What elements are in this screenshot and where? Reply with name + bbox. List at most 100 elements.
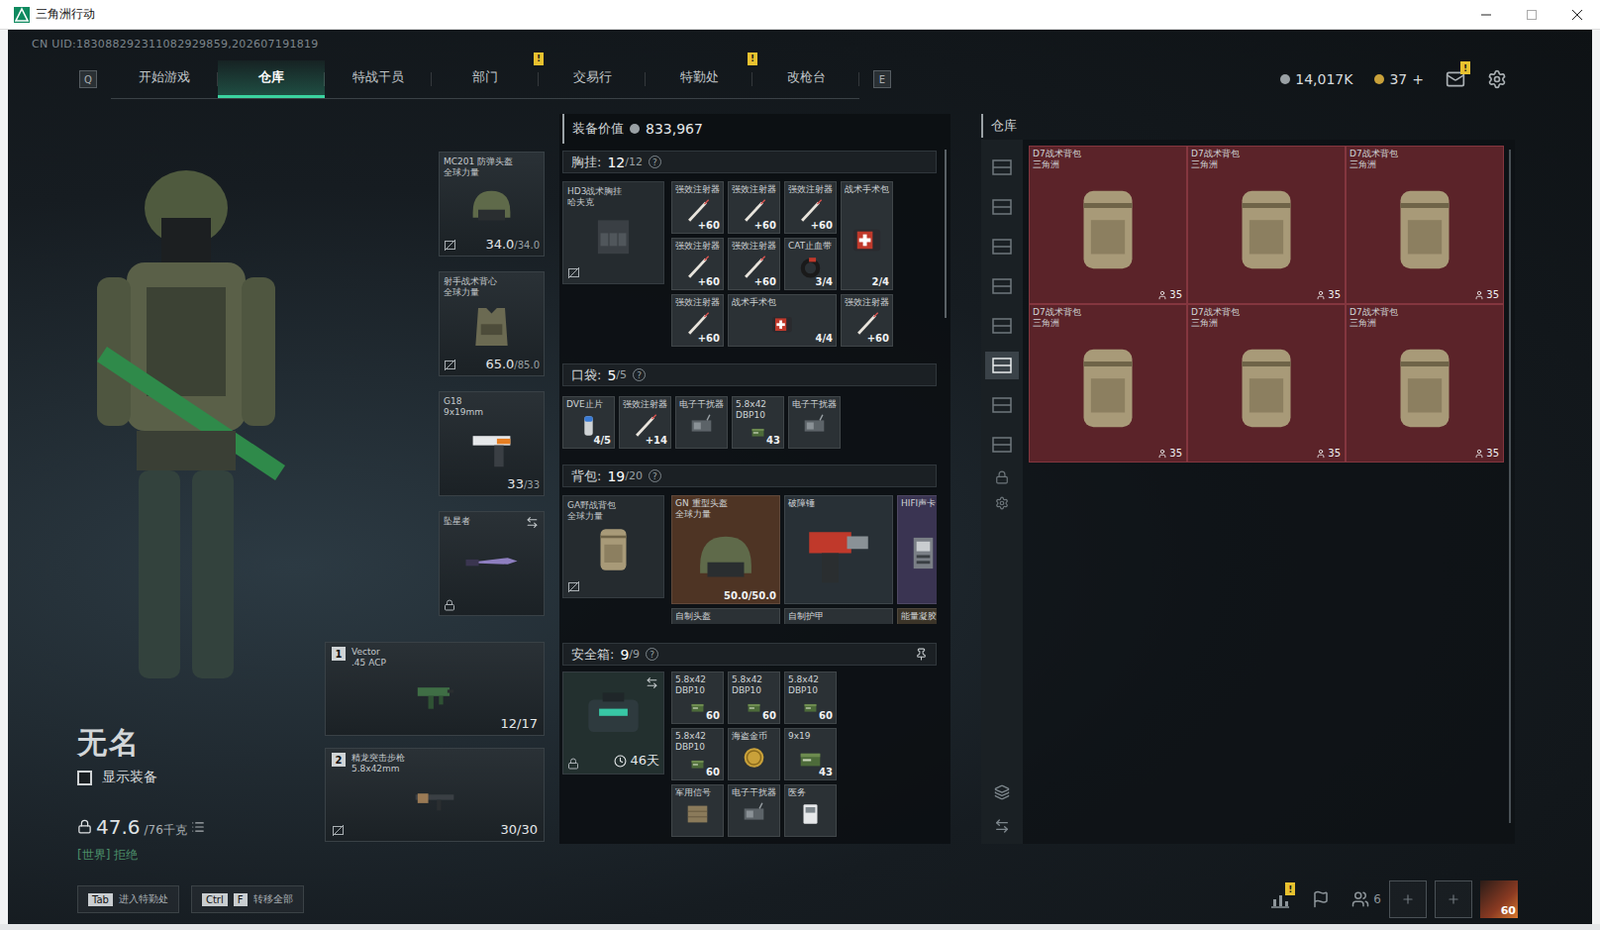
maximize-icon bbox=[1526, 9, 1537, 20]
nav-tab[interactable]: 仓库 bbox=[217, 60, 325, 99]
key-hint[interactable]: E bbox=[873, 70, 892, 89]
help-icon[interactable]: ? bbox=[632, 368, 646, 382]
inventory-item[interactable]: 战术手术包2/4 bbox=[840, 181, 894, 291]
show-equipment-toggle[interactable]: 显示装备 bbox=[77, 767, 325, 788]
nav-tab[interactable]: 部门! bbox=[431, 60, 539, 99]
warehouse-item[interactable]: D7战术背包三角洲35 bbox=[1028, 145, 1188, 304]
token-balance[interactable]: 37+ bbox=[1374, 71, 1424, 88]
transfer-icon[interactable] bbox=[994, 817, 1010, 834]
stats-button[interactable]: ! bbox=[1270, 890, 1291, 908]
inventory-item[interactable]: 5.8x42 DBP1060 bbox=[784, 671, 837, 724]
nav-tab[interactable]: 特勤处! bbox=[645, 60, 753, 99]
coin-icon bbox=[629, 123, 640, 134]
inventory-item[interactable]: 5.8x42 DBP1043 bbox=[731, 396, 785, 449]
player-avatar[interactable]: 60 bbox=[1480, 880, 1518, 918]
pin-icon[interactable] bbox=[914, 647, 928, 661]
swap-icon[interactable] bbox=[645, 676, 659, 690]
scrollbar[interactable] bbox=[944, 149, 947, 318]
warehouse-tab[interactable] bbox=[985, 351, 1019, 380]
layers-icon[interactable] bbox=[994, 784, 1010, 800]
inventory-item[interactable]: 电子干扰器 bbox=[675, 396, 728, 449]
team-slot[interactable] bbox=[1389, 880, 1427, 918]
key-hint[interactable]: Q bbox=[79, 70, 98, 89]
gear-icon[interactable] bbox=[995, 496, 1009, 510]
inventory-item[interactable]: 强效注射器+60 bbox=[671, 294, 724, 347]
warehouse-item[interactable]: D7战术背包三角洲35 bbox=[1345, 145, 1504, 304]
warehouse-tab[interactable] bbox=[985, 430, 1019, 459]
warehouse-tab[interactable] bbox=[985, 153, 1019, 182]
weapon-slot[interactable]: 1Vector.45 ACP12/17 bbox=[324, 641, 545, 736]
gear-slot[interactable]: 射手战术背心全球力量65.0/85.0 bbox=[438, 271, 545, 377]
inventory-item[interactable]: HIFI声卡 bbox=[897, 495, 937, 604]
nav-tab[interactable]: 交易行 bbox=[538, 60, 646, 99]
lock-icon[interactable] bbox=[995, 470, 1009, 485]
weapon-slot[interactable]: 2精龙突击步枪5.8x42mm30/30 bbox=[324, 747, 545, 842]
inventory-item[interactable]: 战术手术包4/4 bbox=[727, 294, 837, 347]
item-count: +60 bbox=[867, 332, 890, 344]
inventory-item[interactable]: 强效注射器+60 bbox=[671, 237, 724, 291]
inventory-item[interactable]: 5.8x42 DBP1060 bbox=[671, 727, 724, 781]
inventory-item[interactable]: 强效注射器+60 bbox=[727, 181, 781, 234]
warehouse-tab[interactable] bbox=[985, 311, 1019, 340]
inventory-item[interactable]: GN 重型头盔全球力量50.0/50.0 bbox=[671, 495, 781, 604]
mail-button[interactable]: ! bbox=[1445, 69, 1466, 90]
inventory-item[interactable]: 强效注射器+14 bbox=[618, 396, 672, 449]
nav-tab[interactable]: 改枪台 bbox=[752, 60, 860, 99]
key-action[interactable]: Tab进入特勤处 bbox=[77, 885, 180, 913]
key-action[interactable]: CtrlF转移全部 bbox=[191, 885, 304, 913]
inventory-item[interactable]: 自制护甲 bbox=[784, 607, 894, 624]
helmet-icon bbox=[449, 180, 534, 234]
gear-slot[interactable]: MC201 防弹头盔全球力量34.0/34.0 bbox=[438, 151, 545, 257]
item-grid: 5.8x42 DBP10605.8x42 DBP10605.8x42 DBP10… bbox=[671, 671, 837, 837]
item-name: DVE止片 bbox=[563, 397, 614, 410]
container-card[interactable]: HD3战术胸挂哈夫克 bbox=[562, 181, 665, 285]
help-icon[interactable]: ? bbox=[648, 469, 662, 483]
inventory-item[interactable]: 自制头盔 bbox=[671, 607, 781, 624]
inventory-item[interactable]: 破障锤 bbox=[784, 495, 894, 604]
warehouse-item[interactable]: D7战术背包三角洲35 bbox=[1187, 145, 1346, 304]
gear-slot[interactable]: G189x19mm33/33 bbox=[438, 391, 545, 497]
nav-tab[interactable]: 开始游戏 bbox=[110, 60, 218, 99]
checkbox[interactable] bbox=[77, 770, 93, 786]
minimize-button[interactable] bbox=[1463, 0, 1509, 29]
swap-icon[interactable] bbox=[525, 515, 539, 529]
inventory-item[interactable]: 强效注射器+60 bbox=[784, 181, 837, 234]
help-icon[interactable]: ? bbox=[648, 155, 662, 169]
item-name: 战术手术包 bbox=[728, 295, 836, 308]
warehouse-tab[interactable] bbox=[985, 272, 1019, 300]
warehouse-tab[interactable] bbox=[985, 193, 1019, 221]
inventory-item[interactable]: CAT止血带3/4 bbox=[784, 237, 837, 291]
inventory-item[interactable]: 强效注射器+60 bbox=[671, 181, 724, 234]
container-card[interactable]: GA野战背包全球力量 bbox=[562, 495, 665, 599]
help-icon[interactable]: ? bbox=[645, 647, 659, 661]
inventory-item[interactable]: 电子干扰器 bbox=[727, 784, 781, 837]
warehouse-item[interactable]: D7战术背包三角洲35 bbox=[1187, 303, 1346, 463]
inventory-item[interactable]: 5.8x42 DBP1060 bbox=[671, 671, 724, 724]
friends-button[interactable]: 6 bbox=[1351, 890, 1382, 908]
maximize-button[interactable] bbox=[1508, 0, 1555, 29]
scrollbar[interactable] bbox=[1508, 149, 1511, 823]
inventory-item[interactable]: 强效注射器+60 bbox=[840, 294, 894, 347]
warehouse-tab[interactable] bbox=[985, 391, 1019, 419]
gear-icon[interactable] bbox=[1487, 69, 1507, 90]
inventory-item[interactable]: DVE止片4/5 bbox=[562, 396, 615, 449]
inventory-item[interactable]: 海盗金币 bbox=[727, 727, 781, 781]
inventory-item[interactable]: 强效注射器+60 bbox=[727, 237, 781, 291]
flag-icon[interactable] bbox=[1311, 890, 1330, 908]
safe-box-card[interactable]: 46天 bbox=[562, 671, 665, 775]
inventory-item[interactable]: 军用信号 bbox=[671, 784, 724, 837]
warehouse-tab[interactable] bbox=[985, 232, 1019, 261]
inventory-item[interactable]: 5.8x42 DBP1060 bbox=[727, 671, 781, 724]
inventory-item[interactable]: 能量凝胶 bbox=[897, 607, 937, 624]
list-icon[interactable] bbox=[191, 819, 205, 834]
chat-channel[interactable]: [世界] 拒绝 bbox=[77, 846, 325, 864]
team-slot[interactable] bbox=[1434, 880, 1473, 918]
warehouse-item[interactable]: D7战术背包三角洲35 bbox=[1345, 303, 1504, 463]
inventory-item[interactable]: 医务 bbox=[784, 784, 837, 837]
inventory-item[interactable]: 9x1943 bbox=[784, 727, 837, 781]
nav-tab[interactable]: 特战干员 bbox=[324, 60, 432, 99]
close-button[interactable] bbox=[1554, 0, 1600, 29]
warehouse-item[interactable]: D7战术背包三角洲35 bbox=[1028, 303, 1188, 463]
inventory-item[interactable]: 电子干扰器 bbox=[788, 396, 841, 449]
gear-slot[interactable]: 坠星者 bbox=[438, 510, 545, 616]
